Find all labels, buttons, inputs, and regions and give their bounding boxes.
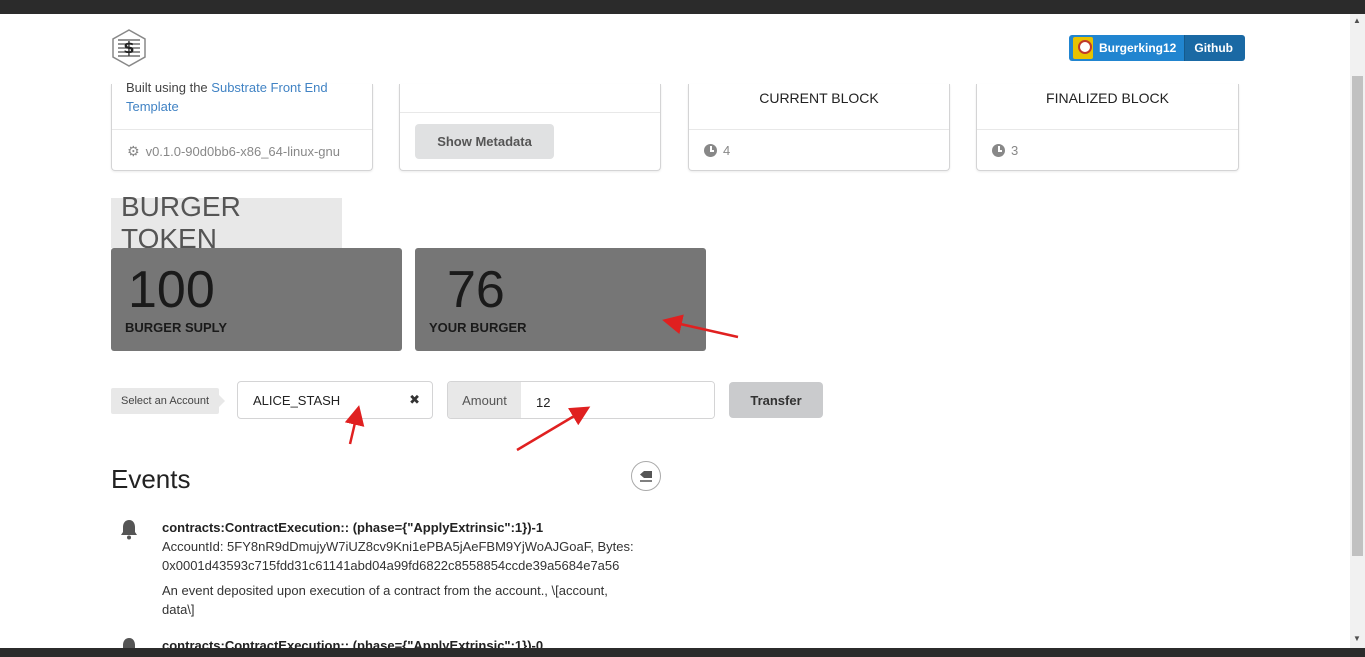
event-item: contracts:ContractExecution:: (phase={"A… (111, 636, 662, 648)
supply-value: 100 (128, 261, 215, 319)
description-text: Built using the (126, 80, 208, 95)
card-divider (112, 129, 372, 130)
event-header: contracts:ContractExecution:: (phase={"A… (162, 638, 544, 648)
supply-label: BURGER SUPLY (125, 320, 228, 335)
scroll-down-icon[interactable]: ▼ (1353, 634, 1361, 643)
event-body: contracts:ContractExecution:: (phase={"A… (162, 518, 662, 619)
amount-field-group: Amount (447, 381, 715, 419)
user-name: Burgerking12 (1099, 41, 1177, 55)
transfer-button[interactable]: Transfer (729, 382, 823, 418)
balance-statistic: 76 YOUR BURGER (415, 248, 706, 351)
github-link[interactable]: Github (1184, 35, 1246, 61)
card-divider (977, 129, 1238, 130)
substrate-logo-icon: $ (112, 29, 146, 67)
node-version: ⚙ v0.1.0-90d0bb6-x86_64-linux-gnu (127, 143, 340, 160)
event-header: contracts:ContractExecution:: (phase={"A… (162, 520, 544, 535)
current-block-label: CURRENT BLOCK (759, 90, 879, 106)
card-divider (400, 112, 660, 113)
finalized-block-card: FINALIZED BLOCK 3 (976, 84, 1239, 171)
card-divider (689, 129, 949, 130)
event-data-line: 0x0001d43593c715fdd31c61141abd04a99fd682… (162, 558, 620, 573)
events-title: Events (111, 464, 191, 494)
metadata-card: Show Metadata (399, 84, 661, 171)
supply-statistic: 100 BURGER SUPLY (111, 248, 402, 351)
current-block-card: CURRENT BLOCK 4 (688, 84, 950, 171)
event-item: contracts:ContractExecution:: (phase={"A… (111, 518, 662, 628)
event-data-line: AccountId: 5FY8nR9dDmujyW7iUZ8cv9Kni1ePB… (162, 539, 634, 554)
finalized-block-label: FINALIZED BLOCK (1046, 90, 1169, 106)
account-dropdown[interactable]: ALICE_STASH ✖ (237, 381, 433, 419)
clear-events-button[interactable] (631, 461, 661, 491)
avatar (1073, 37, 1093, 59)
finalized-block-number: 3 (1011, 143, 1019, 158)
node-info-card: Built using the Substrate Front End Temp… (111, 80, 373, 171)
bell-icon (123, 638, 135, 648)
event-description: An event deposited upon execution of a c… (162, 583, 608, 617)
balance-label: YOUR BURGER (429, 320, 527, 335)
finalized-block-value: 3 (992, 143, 1018, 158)
token-section-title: BURGER TOKEN (111, 191, 342, 254)
browser-taskbar (0, 0, 1365, 14)
amount-label: Amount (448, 382, 521, 418)
svg-text:$: $ (123, 38, 134, 57)
vertical-scrollbar[interactable]: ▲ ▼ (1350, 14, 1365, 648)
account-selected-value: ALICE_STASH (253, 392, 341, 408)
clear-icon[interactable]: ✖ (409, 392, 420, 408)
show-metadata-button[interactable]: Show Metadata (415, 124, 554, 159)
version-text: v0.1.0-90d0bb6-x86_64-linux-gnu (145, 144, 340, 159)
eraser-icon (640, 471, 652, 482)
current-block-number: 4 (723, 143, 731, 158)
clock-icon (704, 144, 717, 157)
clock-icon (992, 144, 1005, 157)
user-name-segment[interactable]: Burgerking12 (1069, 35, 1185, 61)
user-account-button[interactable]: Burgerking12 Github (1069, 35, 1246, 61)
account-select-label: Select an Account (111, 388, 226, 414)
bell-icon (121, 520, 137, 540)
scroll-up-icon[interactable]: ▲ (1353, 16, 1361, 25)
scrollbar-thumb[interactable] (1352, 76, 1363, 556)
amount-input[interactable] (521, 382, 714, 418)
balance-value: 76 (447, 261, 505, 319)
event-body: contracts:ContractExecution:: (phase={"A… (162, 636, 662, 648)
browser-bottom-bar (0, 648, 1365, 657)
node-info-description: Built using the Substrate Front End Temp… (126, 78, 356, 116)
gear-icon: ⚙ (127, 143, 140, 159)
current-block-value: 4 (704, 143, 730, 158)
